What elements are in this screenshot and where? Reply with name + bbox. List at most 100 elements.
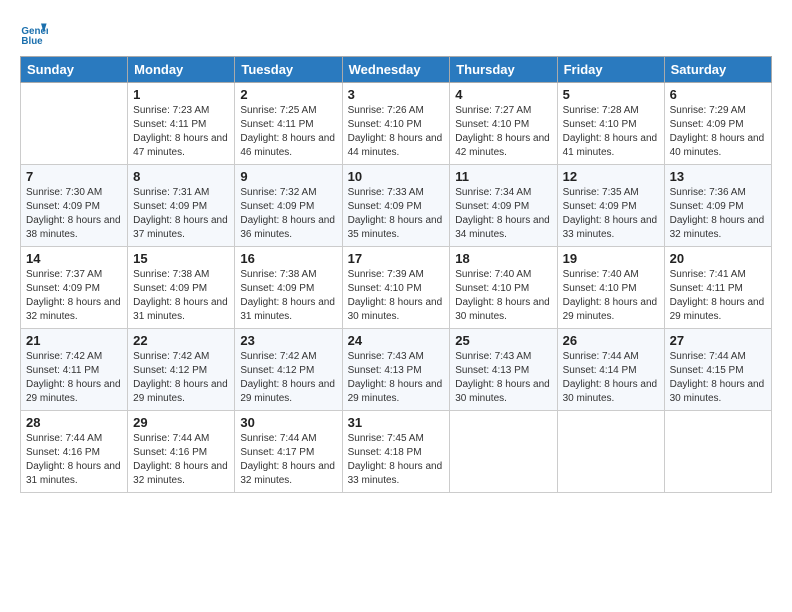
day-number: 6 xyxy=(670,87,766,102)
logo: General Blue xyxy=(20,20,50,48)
day-number: 7 xyxy=(26,169,122,184)
calendar-cell: 15 Sunrise: 7:38 AMSunset: 4:09 PMDayligh… xyxy=(128,247,235,329)
calendar-cell: 26 Sunrise: 7:44 AMSunset: 4:14 PMDayligh… xyxy=(557,329,664,411)
day-info: Sunrise: 7:38 AMSunset: 4:09 PMDaylight:… xyxy=(133,268,229,324)
calendar-cell: 1 Sunrise: 7:23 AMSunset: 4:11 PMDaylight… xyxy=(128,83,235,165)
day-info: Sunrise: 7:27 AMSunset: 4:10 PMDaylight:… xyxy=(455,104,551,160)
day-info: Sunrise: 7:41 AMSunset: 4:11 PMDaylight:… xyxy=(670,268,766,324)
calendar-cell: 2 Sunrise: 7:25 AMSunset: 4:11 PMDaylight… xyxy=(235,83,342,165)
calendar-cell: 17Sunrise: 7:39 AMSunset: 4:10 PMDayligh… xyxy=(342,247,450,329)
calendar-cell xyxy=(557,411,664,493)
day-info: Sunrise: 7:29 AMSunset: 4:09 PMDaylight:… xyxy=(670,104,766,160)
calendar-week-row: 14 Sunrise: 7:37 AMSunset: 4:09 PMDayligh… xyxy=(21,247,772,329)
calendar-cell: 14 Sunrise: 7:37 AMSunset: 4:09 PMDayligh… xyxy=(21,247,128,329)
calendar-cell: 3Sunrise: 7:26 AMSunset: 4:10 PMDaylight… xyxy=(342,83,450,165)
day-info: Sunrise: 7:31 AMSunset: 4:09 PMDaylight:… xyxy=(133,186,229,242)
day-info: Sunrise: 7:32 AMSunset: 4:09 PMDaylight:… xyxy=(240,186,336,242)
calendar-cell: 11Sunrise: 7:34 AMSunset: 4:09 PMDayligh… xyxy=(450,165,557,247)
page-header: General Blue xyxy=(20,20,772,48)
day-info: Sunrise: 7:38 AMSunset: 4:09 PMDaylight:… xyxy=(240,268,336,324)
calendar-cell: 22 Sunrise: 7:42 AMSunset: 4:12 PMDayligh… xyxy=(128,329,235,411)
calendar-day-header: Monday xyxy=(128,57,235,83)
calendar-cell: 30 Sunrise: 7:44 AMSunset: 4:17 PMDayligh… xyxy=(235,411,342,493)
day-info: Sunrise: 7:45 AMSunset: 4:18 PMDaylight:… xyxy=(348,432,445,488)
calendar-day-header: Friday xyxy=(557,57,664,83)
day-info: Sunrise: 7:44 AMSunset: 4:16 PMDaylight:… xyxy=(26,432,122,488)
calendar-cell: 13 Sunrise: 7:36 AMSunset: 4:09 PMDayligh… xyxy=(664,165,771,247)
day-number: 13 xyxy=(670,169,766,184)
day-info: Sunrise: 7:44 AMSunset: 4:15 PMDaylight:… xyxy=(670,350,766,406)
day-number: 27 xyxy=(670,333,766,348)
day-number: 22 xyxy=(133,333,229,348)
calendar-cell: 28Sunrise: 7:44 AMSunset: 4:16 PMDayligh… xyxy=(21,411,128,493)
day-info: Sunrise: 7:42 AMSunset: 4:11 PMDaylight:… xyxy=(26,350,122,406)
calendar-day-header: Saturday xyxy=(664,57,771,83)
logo-icon: General Blue xyxy=(20,20,48,48)
calendar-day-header: Thursday xyxy=(450,57,557,83)
calendar-cell xyxy=(21,83,128,165)
calendar-day-header: Tuesday xyxy=(235,57,342,83)
day-info: Sunrise: 7:35 AMSunset: 4:09 PMDaylight:… xyxy=(563,186,659,242)
svg-text:Blue: Blue xyxy=(21,36,43,47)
calendar-table: SundayMondayTuesdayWednesdayThursdayFrid… xyxy=(20,56,772,493)
day-number: 25 xyxy=(455,333,551,348)
day-number: 11 xyxy=(455,169,551,184)
calendar-week-row: 28Sunrise: 7:44 AMSunset: 4:16 PMDayligh… xyxy=(21,411,772,493)
day-number: 23 xyxy=(240,333,336,348)
day-number: 26 xyxy=(563,333,659,348)
day-info: Sunrise: 7:36 AMSunset: 4:09 PMDaylight:… xyxy=(670,186,766,242)
day-number: 14 xyxy=(26,251,122,266)
day-number: 19 xyxy=(563,251,659,266)
calendar-cell: 8 Sunrise: 7:31 AMSunset: 4:09 PMDaylight… xyxy=(128,165,235,247)
calendar-week-row: 1 Sunrise: 7:23 AMSunset: 4:11 PMDaylight… xyxy=(21,83,772,165)
day-info: Sunrise: 7:44 AMSunset: 4:17 PMDaylight:… xyxy=(240,432,336,488)
day-number: 18 xyxy=(455,251,551,266)
calendar-cell: 12 Sunrise: 7:35 AMSunset: 4:09 PMDayligh… xyxy=(557,165,664,247)
calendar-week-row: 7Sunrise: 7:30 AMSunset: 4:09 PMDaylight… xyxy=(21,165,772,247)
calendar-body: 1 Sunrise: 7:23 AMSunset: 4:11 PMDaylight… xyxy=(21,83,772,493)
calendar-cell: 7Sunrise: 7:30 AMSunset: 4:09 PMDaylight… xyxy=(21,165,128,247)
day-info: Sunrise: 7:28 AMSunset: 4:10 PMDaylight:… xyxy=(563,104,659,160)
day-info: Sunrise: 7:40 AMSunset: 4:10 PMDaylight:… xyxy=(563,268,659,324)
day-number: 9 xyxy=(240,169,336,184)
calendar-cell: 31Sunrise: 7:45 AMSunset: 4:18 PMDayligh… xyxy=(342,411,450,493)
day-info: Sunrise: 7:33 AMSunset: 4:09 PMDaylight:… xyxy=(348,186,445,242)
calendar-cell: 10 Sunrise: 7:33 AMSunset: 4:09 PMDayligh… xyxy=(342,165,450,247)
day-info: Sunrise: 7:44 AMSunset: 4:14 PMDaylight:… xyxy=(563,350,659,406)
calendar-cell: 16 Sunrise: 7:38 AMSunset: 4:09 PMDayligh… xyxy=(235,247,342,329)
day-info: Sunrise: 7:40 AMSunset: 4:10 PMDaylight:… xyxy=(455,268,551,324)
day-number: 12 xyxy=(563,169,659,184)
calendar-cell: 21Sunrise: 7:42 AMSunset: 4:11 PMDayligh… xyxy=(21,329,128,411)
day-info: Sunrise: 7:25 AMSunset: 4:11 PMDaylight:… xyxy=(240,104,336,160)
calendar-day-header: Sunday xyxy=(21,57,128,83)
day-number: 2 xyxy=(240,87,336,102)
calendar-cell: 25Sunrise: 7:43 AMSunset: 4:13 PMDayligh… xyxy=(450,329,557,411)
calendar-cell xyxy=(664,411,771,493)
day-number: 24 xyxy=(348,333,445,348)
calendar-cell: 20Sunrise: 7:41 AMSunset: 4:11 PMDayligh… xyxy=(664,247,771,329)
calendar-header-row: SundayMondayTuesdayWednesdayThursdayFrid… xyxy=(21,57,772,83)
day-number: 5 xyxy=(563,87,659,102)
day-info: Sunrise: 7:42 AMSunset: 4:12 PMDaylight:… xyxy=(133,350,229,406)
calendar-cell: 29 Sunrise: 7:44 AMSunset: 4:16 PMDayligh… xyxy=(128,411,235,493)
day-number: 1 xyxy=(133,87,229,102)
day-info: Sunrise: 7:44 AMSunset: 4:16 PMDaylight:… xyxy=(133,432,229,488)
day-number: 29 xyxy=(133,415,229,430)
day-info: Sunrise: 7:37 AMSunset: 4:09 PMDaylight:… xyxy=(26,268,122,324)
day-number: 30 xyxy=(240,415,336,430)
day-number: 3 xyxy=(348,87,445,102)
day-number: 16 xyxy=(240,251,336,266)
day-number: 8 xyxy=(133,169,229,184)
day-number: 10 xyxy=(348,169,445,184)
calendar-week-row: 21Sunrise: 7:42 AMSunset: 4:11 PMDayligh… xyxy=(21,329,772,411)
calendar-cell: 6 Sunrise: 7:29 AMSunset: 4:09 PMDaylight… xyxy=(664,83,771,165)
day-info: Sunrise: 7:42 AMSunset: 4:12 PMDaylight:… xyxy=(240,350,336,406)
day-info: Sunrise: 7:43 AMSunset: 4:13 PMDaylight:… xyxy=(348,350,445,406)
calendar-cell: 23 Sunrise: 7:42 AMSunset: 4:12 PMDayligh… xyxy=(235,329,342,411)
day-number: 15 xyxy=(133,251,229,266)
calendar-cell xyxy=(450,411,557,493)
day-info: Sunrise: 7:23 AMSunset: 4:11 PMDaylight:… xyxy=(133,104,229,160)
calendar-cell: 4Sunrise: 7:27 AMSunset: 4:10 PMDaylight… xyxy=(450,83,557,165)
calendar-cell: 19 Sunrise: 7:40 AMSunset: 4:10 PMDayligh… xyxy=(557,247,664,329)
calendar-cell: 5 Sunrise: 7:28 AMSunset: 4:10 PMDaylight… xyxy=(557,83,664,165)
